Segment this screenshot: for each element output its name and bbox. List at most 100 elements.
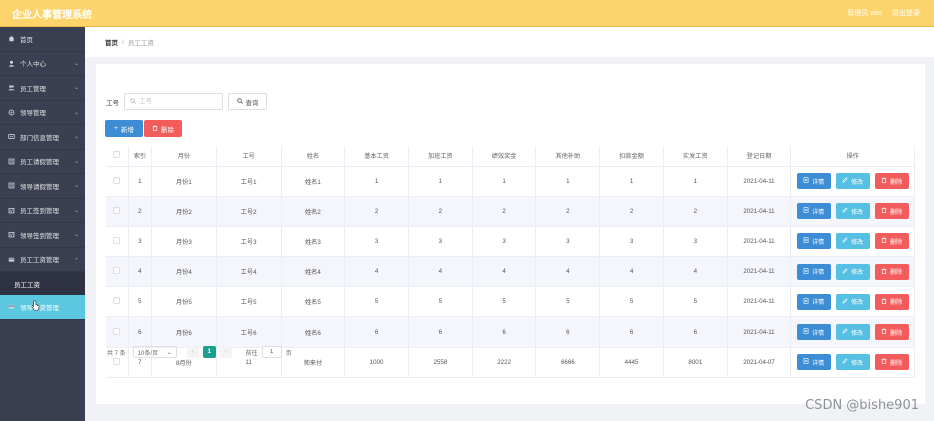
- row-checkbox[interactable]: [113, 176, 121, 184]
- row-checkbox[interactable]: [113, 297, 121, 305]
- row-checkbox[interactable]: [113, 236, 121, 244]
- detail-button[interactable]: 详情: [796, 233, 831, 250]
- table-cell: 1: [128, 166, 153, 197]
- table-cell: 3: [535, 226, 601, 258]
- chevron-down-icon: ⌄: [73, 158, 79, 165]
- detail-button[interactable]: 详情: [796, 263, 831, 280]
- table-cell: 5: [472, 286, 537, 318]
- table-cell: 工号3: [216, 226, 282, 258]
- row-checkbox[interactable]: [113, 357, 121, 365]
- edit-label: 修改: [851, 330, 864, 337]
- delete-button[interactable]: 删除: [874, 263, 909, 280]
- edit-button[interactable]: 修改: [835, 203, 870, 220]
- pagination-total: 共 7 条: [107, 350, 126, 357]
- document-icon: [803, 237, 809, 245]
- column-header: 工号: [216, 146, 282, 167]
- employee-id-search-input[interactable]: [139, 98, 219, 105]
- trash-icon: [881, 207, 887, 215]
- sidebar-item-1[interactable]: 个人中心 ⌄: [0, 52, 85, 76]
- sidebar-item-label: 员工工资管理: [20, 257, 59, 265]
- goto-page-input[interactable]: [261, 346, 282, 358]
- delete-button[interactable]: 删除: [874, 203, 909, 220]
- page-size-select[interactable]: 10条/页 ⌄: [132, 346, 177, 358]
- table-cell: 3: [408, 226, 473, 258]
- query-button[interactable]: 查询: [228, 93, 267, 110]
- batch-delete-button[interactable]: 删除: [144, 120, 182, 137]
- detail-button[interactable]: 详情: [796, 173, 831, 190]
- signin-icon: [7, 207, 16, 214]
- detail-button[interactable]: 详情: [796, 354, 831, 371]
- sidebar-item-label: 领导工资管理: [20, 304, 59, 312]
- prev-page-button[interactable]: ‹: [186, 346, 199, 358]
- column-header: 操作: [790, 146, 915, 167]
- document-icon: [803, 267, 809, 276]
- delete-label: 删除: [890, 179, 903, 186]
- sidebar-item-0[interactable]: 首页: [0, 27, 85, 52]
- chevron-down-icon: ⌄: [73, 304, 79, 311]
- sidebar-item-8[interactable]: 领导签到管理 ⌄: [0, 223, 85, 248]
- query-button-label: 查询: [245, 99, 259, 107]
- edit-button[interactable]: 修改: [835, 233, 870, 250]
- sidebar-item-2[interactable]: 员工管理 ⌄: [0, 76, 85, 101]
- column-header: 月份: [151, 146, 217, 167]
- edit-button[interactable]: 修改: [835, 354, 870, 371]
- next-page-button[interactable]: ›: [219, 346, 232, 358]
- salary-table: 索引 月份 工号 姓名 基本工资 加班工资 绩效奖金 其他补助 扣款金额 实发工资 登记日期 操作 1…: [106, 146, 915, 378]
- delete-button[interactable]: 删除: [874, 173, 909, 190]
- edit-icon: [842, 237, 848, 245]
- table-cell: 姓名4: [281, 256, 346, 288]
- sidebar-item-4[interactable]: 部门信息管理 ⌄: [0, 125, 85, 150]
- sidebar-item-9[interactable]: 员工工资管理 ⌄: [0, 248, 85, 272]
- row-select-cell: [106, 166, 129, 197]
- breadcrumb-home[interactable]: 首页: [105, 37, 118, 47]
- sidebar-item-6[interactable]: 领导请假管理 ⌄: [0, 174, 85, 199]
- delete-button[interactable]: 删除: [874, 293, 909, 310]
- logout-link[interactable]: 退出登录: [892, 8, 920, 18]
- edit-button[interactable]: 修改: [835, 293, 870, 310]
- delete-button[interactable]: 删除: [874, 354, 909, 371]
- sidebar-item-label: 部门信息管理: [20, 134, 59, 142]
- table-cell: 6666: [535, 347, 601, 378]
- column-header: 加班工资: [408, 146, 473, 167]
- table-cell: 2021-04-11: [727, 226, 792, 258]
- goto-label: 前往: [245, 350, 258, 357]
- table-cell: 姓名3: [281, 226, 346, 258]
- edit-button[interactable]: 修改: [835, 173, 870, 190]
- edit-icon: [842, 358, 848, 366]
- delete-button[interactable]: 删除: [874, 233, 909, 250]
- sidebar-item-3[interactable]: 领导管理 ⌄: [0, 101, 85, 125]
- sidebar-subitem-employee-salary[interactable]: 员工工资: [0, 272, 85, 295]
- detail-label: 详情: [812, 270, 825, 277]
- table-cell: 月份6: [151, 316, 217, 348]
- sidebar-item-leader-salary[interactable]: 领导工资管理 ⌄: [0, 295, 85, 320]
- table-row: 5 月份5 工号5 姓名5 5 5 5 5 5 5 2021-04-11 详情 修改 删除: [106, 286, 915, 318]
- page-number-current[interactable]: 1: [202, 346, 216, 358]
- table-cell: 2: [408, 196, 473, 227]
- main-content: 首页 / 员工工资 工号 查询 + 新增: [85, 27, 934, 421]
- table-cell: 2: [535, 196, 601, 227]
- detail-button[interactable]: 详情: [796, 324, 831, 341]
- table-cell: 工号1: [216, 166, 282, 197]
- table-cell: 姓名6: [281, 316, 346, 348]
- current-user[interactable]: 管理员 abo: [847, 8, 882, 18]
- delete-button[interactable]: 删除: [874, 324, 909, 341]
- table-cell: 3: [663, 226, 728, 258]
- edit-icon: [842, 268, 848, 276]
- edit-button[interactable]: 修改: [835, 263, 870, 280]
- sidebar-item-5[interactable]: 员工请假管理 ⌄: [0, 150, 85, 174]
- delete-label: 删除: [890, 360, 903, 367]
- sidebar-item-label: 领导请假管理: [20, 183, 59, 191]
- detail-button[interactable]: 详情: [796, 203, 831, 220]
- sidebar-item-7[interactable]: 员工签到管理 ⌄: [0, 199, 85, 223]
- search-label: 工号: [106, 99, 119, 107]
- row-checkbox[interactable]: [113, 327, 121, 335]
- select-all-checkbox[interactable]: [113, 151, 121, 159]
- detail-button[interactable]: 详情: [796, 293, 831, 310]
- row-checkbox[interactable]: [113, 267, 121, 275]
- edit-button[interactable]: 修改: [835, 324, 870, 341]
- delete-label: 删除: [890, 300, 903, 307]
- row-checkbox[interactable]: [113, 206, 121, 214]
- add-button[interactable]: + 新增: [105, 120, 143, 137]
- delete-label: 删除: [890, 209, 903, 216]
- row-actions: 详情 修改 删除: [790, 196, 915, 227]
